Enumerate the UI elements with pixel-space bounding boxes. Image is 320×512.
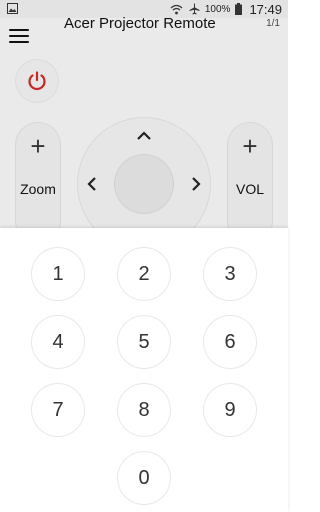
keypad-key-7[interactable]: 7 [32,384,84,436]
app-title: Acer Projector Remote [64,15,216,32]
keypad-key-8[interactable]: 8 [118,384,170,436]
volume-label: VOL [235,181,264,197]
power-icon [28,71,46,91]
volume-up-button[interactable]: + [228,133,272,159]
zoom-in-button[interactable]: + [16,133,60,159]
keypad-key-5[interactable]: 5 [118,316,170,368]
keypad-key-2[interactable]: 2 [118,248,170,300]
keypad-key-6[interactable]: 6 [204,316,256,368]
keypad-key-4[interactable]: 4 [32,316,84,368]
battery-icon [235,3,243,15]
keypad-key-9[interactable]: 9 [204,384,256,436]
clock-time: 17:49 [249,1,282,17]
chevron-up-icon[interactable] [136,128,152,144]
volume-control: + VOL [228,123,272,243]
battery-percent: 100% [204,3,231,15]
power-button[interactable] [16,60,58,102]
wifi-icon [170,4,183,14]
keypad-key-1[interactable]: 1 [32,248,84,300]
chevron-right-icon[interactable] [188,176,204,192]
chevron-left-icon[interactable] [84,176,100,192]
airplane-mode-icon [189,3,200,15]
zoom-label: Zoom [20,181,56,197]
app-bar: Acer Projector Remote 1/1 [0,15,288,56]
keypad-key-0[interactable]: 0 [118,452,170,504]
keypad-key-3[interactable]: 3 [204,248,256,300]
hamburger-menu-icon[interactable] [9,25,33,47]
numeric-keypad-sheet: 1 2 3 4 5 6 7 8 9 0 [0,228,288,512]
gallery-icon [7,3,18,14]
zoom-control: + Zoom [16,123,60,243]
page-indicator: 1/1 [266,18,280,29]
dpad-ok-button[interactable] [115,155,173,213]
